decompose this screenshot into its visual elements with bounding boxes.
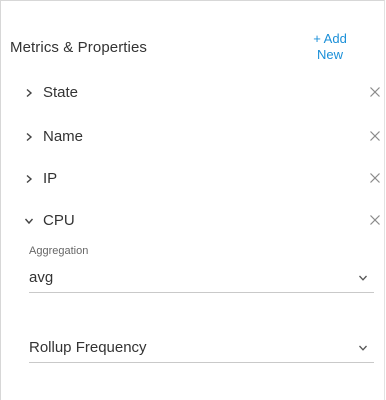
- property-label: Name: [43, 128, 84, 145]
- chevron-right-icon[interactable]: [22, 122, 36, 152]
- add-new-label-line1: + Add: [313, 31, 347, 46]
- property-row-ip[interactable]: IP: [1, 164, 386, 194]
- aggregation-value: avg: [29, 269, 54, 286]
- close-icon[interactable]: [369, 214, 381, 226]
- property-row-state[interactable]: State: [1, 78, 386, 108]
- add-new-button[interactable]: + Add New: [310, 31, 350, 63]
- property-row-name[interactable]: Name: [1, 122, 386, 152]
- caret-down-icon[interactable]: [358, 344, 368, 352]
- chevron-right-icon[interactable]: [22, 164, 36, 194]
- panel-title: Metrics & Properties: [10, 39, 148, 56]
- property-label: State: [43, 84, 79, 101]
- close-icon[interactable]: [369, 172, 381, 184]
- metrics-properties-panel: Metrics & Properties + Add New State Nam…: [0, 0, 385, 400]
- rollup-frequency-select[interactable]: Rollup Frequency: [29, 336, 374, 363]
- close-icon[interactable]: [369, 86, 381, 98]
- property-label: IP: [43, 170, 58, 187]
- rollup-frequency-placeholder: Rollup Frequency: [29, 339, 147, 356]
- chevron-right-icon[interactable]: [22, 78, 36, 108]
- caret-down-icon[interactable]: [358, 274, 368, 282]
- aggregation-select[interactable]: avg: [29, 266, 374, 293]
- chevron-down-icon[interactable]: [22, 206, 36, 236]
- property-row-cpu[interactable]: CPU: [1, 206, 386, 236]
- aggregation-label: Aggregation: [29, 245, 89, 257]
- add-new-label-line2: New: [316, 47, 343, 62]
- property-label: CPU: [43, 212, 75, 229]
- close-icon[interactable]: [369, 130, 381, 142]
